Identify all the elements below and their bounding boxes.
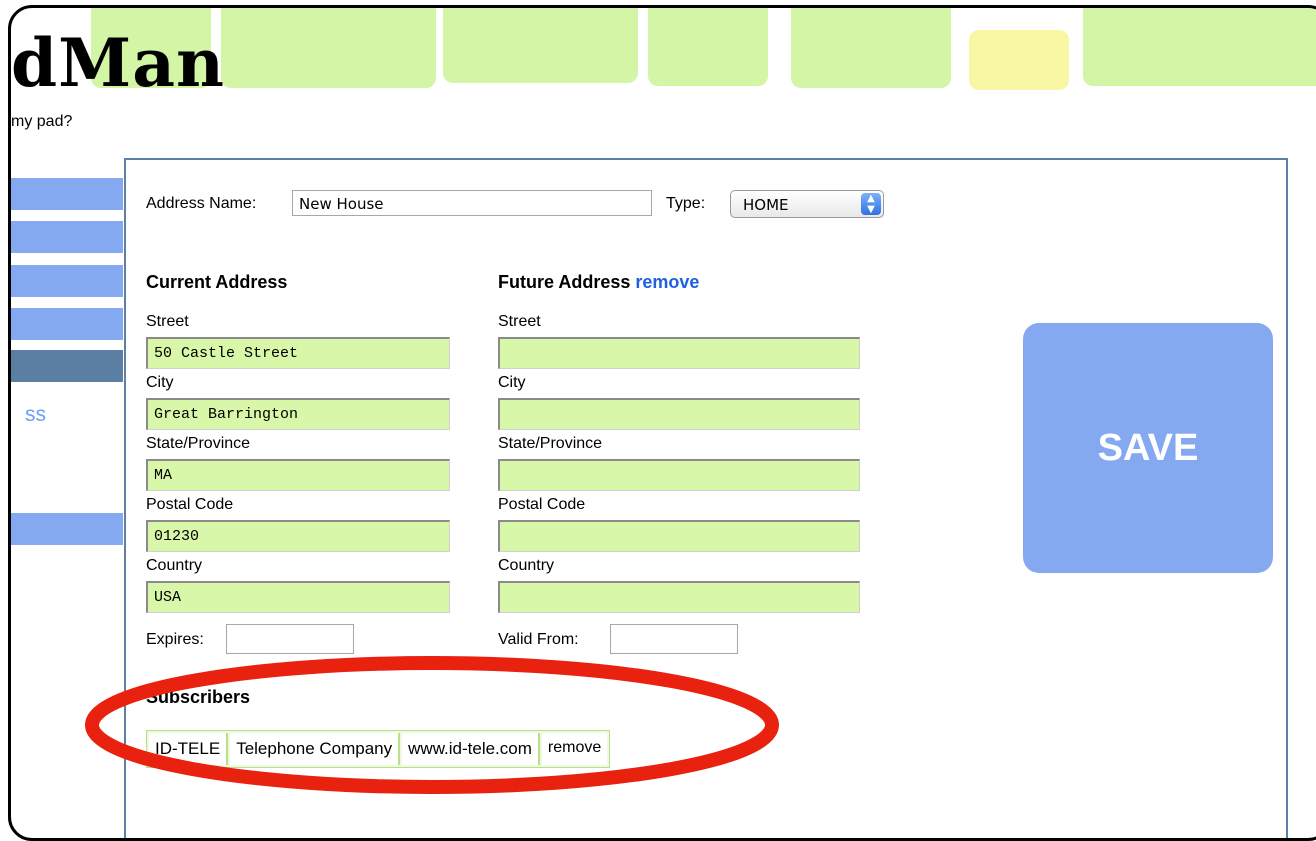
future-postal-input[interactable] [498, 520, 860, 552]
tagline: my pad? [11, 113, 73, 130]
sidebar-item-label[interactable]: ss [25, 403, 46, 427]
future-street-input[interactable] [498, 337, 860, 369]
sidebar-item[interactable] [11, 265, 123, 297]
address-name-label: Address Name: [146, 195, 257, 212]
future-address-title: Future Address [498, 272, 631, 292]
sidebar-item[interactable] [11, 308, 123, 340]
header-tile [221, 8, 436, 88]
address-name-input[interactable]: New House [292, 190, 652, 216]
select-arrows-icon: ▲ ▼ [861, 193, 881, 215]
future-street-label: Street [498, 313, 541, 330]
current-street-input[interactable]: 50 Castle Street [146, 337, 450, 369]
current-city-input[interactable]: Great Barrington [146, 398, 450, 430]
sidebar-item[interactable] [11, 513, 123, 545]
app-logo: dMan [11, 24, 225, 102]
future-city-input[interactable] [498, 398, 860, 430]
annotation-ellipse [85, 656, 779, 794]
future-address-heading: Future Address remove [498, 272, 699, 293]
save-button[interactable]: SAVE [1023, 323, 1273, 573]
type-label: Type: [666, 195, 706, 212]
current-street-label: Street [146, 313, 189, 330]
expires-label: Expires: [146, 631, 204, 648]
future-country-label: Country [498, 557, 555, 574]
future-state-input[interactable] [498, 459, 860, 491]
sidebar-item-active[interactable] [11, 350, 123, 382]
future-city-label: City [498, 374, 526, 391]
future-postal-label: Postal Code [498, 496, 586, 513]
current-address-heading: Current Address [146, 272, 288, 292]
type-select-value: HOME [743, 196, 789, 214]
future-state-label: State/Province [498, 435, 603, 452]
header-tile [969, 30, 1069, 90]
header-tile [791, 8, 951, 88]
header-tile [1083, 8, 1316, 86]
sidebar-item[interactable] [11, 178, 123, 210]
future-address-remove-link[interactable]: remove [635, 272, 699, 292]
current-city-label: City [146, 374, 174, 391]
current-country-input[interactable]: USA [146, 581, 450, 613]
current-postal-input[interactable]: 01230 [146, 520, 450, 552]
type-select[interactable]: HOME ▲ ▼ [730, 190, 884, 218]
header-tile [443, 8, 638, 83]
future-country-input[interactable] [498, 581, 860, 613]
valid-from-label: Valid From: [498, 631, 579, 648]
sidebar-item[interactable] [11, 221, 123, 253]
header-tile [648, 8, 768, 86]
current-state-input[interactable]: MA [146, 459, 450, 491]
current-state-label: State/Province [146, 435, 251, 452]
current-country-label: Country [146, 557, 203, 574]
current-postal-label: Postal Code [146, 496, 234, 513]
